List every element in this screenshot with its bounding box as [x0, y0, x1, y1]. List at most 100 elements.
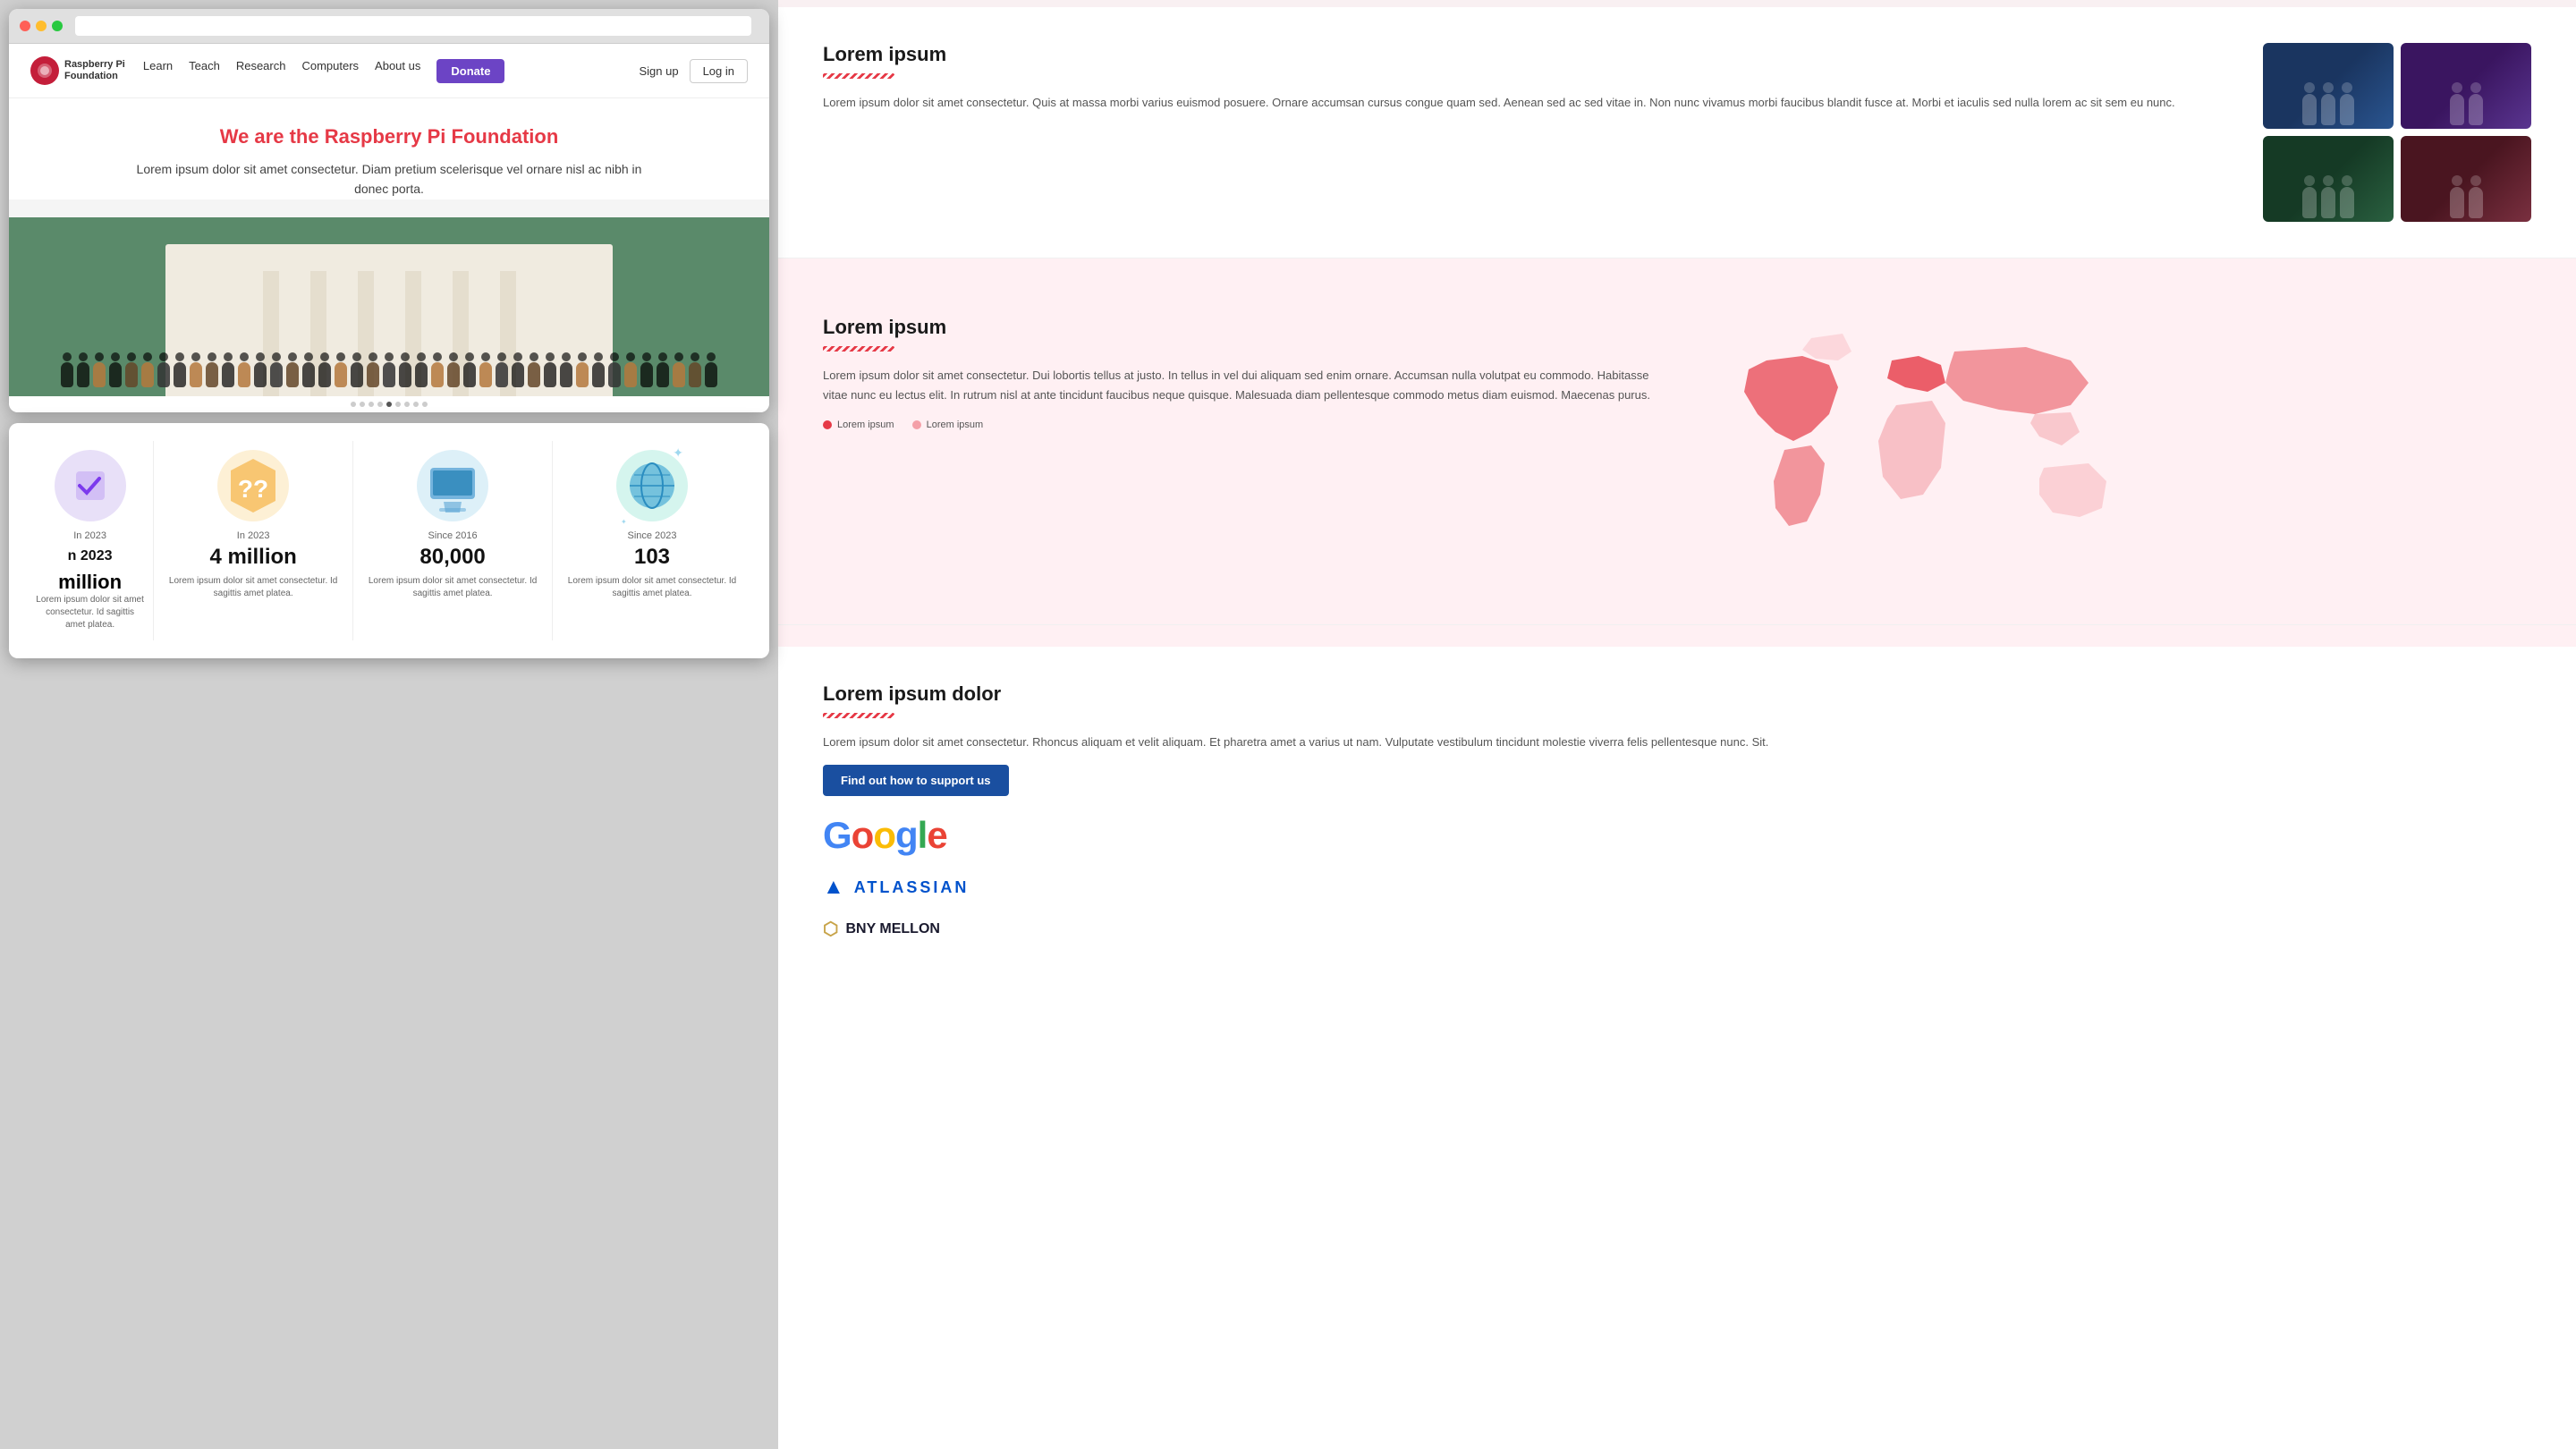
section-divider-1	[778, 258, 2576, 280]
svg-text:??: ??	[238, 475, 268, 503]
stat-period-0: In 2023	[73, 530, 106, 541]
world-map-container	[1695, 316, 2531, 589]
support-button[interactable]: Find out how to support us	[823, 765, 1009, 796]
right-section-2: Lorem ipsum Lorem ipsum dolor sit amet c…	[778, 280, 2576, 625]
top-stripe	[778, 0, 2576, 7]
stat-period-1: In 2023	[237, 530, 270, 541]
nav-link-learn[interactable]: Learn	[143, 59, 173, 83]
stat-icon-globe: ✦ ✦	[616, 450, 688, 521]
legend-dot-1	[823, 420, 832, 429]
bny-mellon-logo: ⬡ BNY MELLON	[823, 918, 2531, 940]
section-2-title: Lorem ipsum	[823, 316, 1659, 339]
legend-label-1: Lorem ipsum	[837, 419, 894, 430]
browser-maximize-dot[interactable]	[52, 21, 63, 31]
carousel-dot-1[interactable]	[360, 402, 365, 407]
raspberry-pi-logo-icon	[30, 56, 59, 85]
nav-links: Learn Teach Research Computers About us …	[143, 59, 622, 83]
right-section-3: Lorem ipsum dolor Lorem ipsum dolor sit …	[778, 647, 2576, 976]
carousel-dot-3[interactable]	[377, 402, 383, 407]
nav-logo[interactable]: Raspberry Pi Foundation	[30, 56, 125, 85]
stats-browser-window: In 2023 n 2023 million Lorem ipsum dolor…	[9, 423, 769, 658]
section-1-text: Lorem ipsum dolor sit amet consectetur. …	[823, 93, 2227, 113]
browser-window: Raspberry Pi Foundation Learn Teach Rese…	[9, 9, 769, 412]
section-1-title: Lorem ipsum	[823, 43, 2227, 66]
stat-period-2: Since 2016	[428, 530, 478, 541]
nav-link-teach[interactable]: Teach	[189, 59, 220, 83]
crowd-people	[9, 362, 769, 387]
world-map-svg	[1695, 316, 2142, 584]
stat-item-0: In 2023 n 2023 million Lorem ipsum dolor…	[27, 441, 154, 640]
section-1-layout: Lorem ipsum Lorem ipsum dolor sit amet c…	[823, 43, 2531, 222]
browser-chrome	[9, 9, 769, 44]
nav-logo-text: Raspberry Pi Foundation	[64, 59, 125, 82]
stat-desc-2: Lorem ipsum dolor sit amet consectetur. …	[362, 575, 543, 600]
section-1-content: Lorem ipsum Lorem ipsum dolor sit amet c…	[823, 43, 2227, 113]
stat-item-1: ?? In 2023 4 million Lorem ipsum dolor s…	[154, 441, 353, 640]
donate-button[interactable]: Donate	[436, 59, 504, 83]
right-panel: Lorem ipsum Lorem ipsum dolor sit amet c…	[778, 0, 2576, 1449]
carousel-dot-6[interactable]	[404, 402, 410, 407]
google-logo-text: Google	[823, 814, 947, 856]
carousel-dot-4[interactable]	[386, 402, 392, 407]
hero-section: We are the Raspberry Pi Foundation Lorem…	[9, 98, 769, 199]
stat-desc-1: Lorem ipsum dolor sit amet consectetur. …	[163, 575, 343, 600]
stat-item-2: Since 2016 80,000 Lorem ipsum dolor sit …	[353, 441, 553, 640]
browser-close-dot[interactable]	[20, 21, 30, 31]
carousel-dot-7[interactable]	[413, 402, 419, 407]
carousel-dot-5[interactable]	[395, 402, 401, 407]
log-in-button[interactable]: Log in	[690, 59, 748, 83]
stat-desc-3: Lorem ipsum dolor sit amet consectetur. …	[562, 575, 742, 600]
stat-icon-computer	[417, 450, 488, 521]
star-icon-1: ✦	[673, 445, 683, 461]
right-section-1: Lorem ipsum Lorem ipsum dolor sit amet c…	[778, 7, 2576, 258]
section-1-underline	[823, 73, 894, 79]
section-divider-2	[778, 625, 2576, 647]
stat-item-3: ✦ ✦ Since 2023 103 Lorem ipsum dolor sit…	[553, 441, 751, 640]
nav-link-computers[interactable]: Computers	[301, 59, 359, 83]
atlassian-logo: ▲ ATLASSIAN	[823, 875, 2531, 900]
stat-icon-question: ??	[217, 450, 289, 521]
sign-up-link[interactable]: Sign up	[639, 64, 678, 78]
section-2-underline	[823, 346, 894, 352]
nav-link-research[interactable]: Research	[236, 59, 286, 83]
stat-desc-0: Lorem ipsum dolor sit amet consectetur. …	[36, 594, 144, 631]
stat-number-1: 4 million	[209, 545, 296, 570]
hero-image	[9, 217, 769, 396]
photo-4	[2401, 136, 2531, 222]
stat-period-3: Since 2023	[627, 530, 676, 541]
carousel-dots	[9, 396, 769, 412]
atlassian-icon: ▲	[823, 875, 847, 900]
atlassian-text: ATLASSIAN	[854, 878, 970, 897]
nav-right: Sign up Log in	[639, 59, 748, 83]
photo-1	[2263, 43, 2394, 129]
hero-title: We are the Raspberry Pi Foundation	[27, 125, 751, 148]
star-icon-2: ✦	[621, 518, 627, 526]
map-legend: Lorem ipsum Lorem ipsum	[823, 419, 1659, 430]
photo-3	[2263, 136, 2394, 222]
carousel-dot-8[interactable]	[422, 402, 428, 407]
browser-url-bar[interactable]	[75, 16, 751, 36]
google-logo: Google	[823, 814, 2531, 857]
stat-icon-check	[55, 450, 126, 521]
stat-number-3: 103	[634, 545, 670, 570]
browser-minimize-dot[interactable]	[36, 21, 47, 31]
carousel-dot-0[interactable]	[351, 402, 356, 407]
stats-section: In 2023 n 2023 million Lorem ipsum dolor…	[9, 423, 769, 658]
section-3-underline	[823, 713, 894, 718]
stat-number-2: 80,000	[419, 545, 485, 570]
section-2-text: Lorem ipsum dolor sit amet consectetur. …	[823, 366, 1659, 405]
hero-subtitle: Lorem ipsum dolor sit amet consectetur. …	[121, 159, 657, 199]
navbar: Raspberry Pi Foundation Learn Teach Rese…	[9, 44, 769, 98]
carousel-dot-2[interactable]	[369, 402, 374, 407]
left-panel: Raspberry Pi Foundation Learn Teach Rese…	[0, 0, 778, 1449]
stat-value-0: million	[58, 571, 122, 594]
legend-label-2: Lorem ipsum	[927, 419, 984, 430]
legend-item-1: Lorem ipsum	[823, 419, 894, 430]
partners-logos: Google ▲ ATLASSIAN ⬡ BNY MELLON	[823, 814, 2531, 940]
nav-link-about[interactable]: About us	[375, 59, 420, 83]
section-3-text: Lorem ipsum dolor sit amet consectetur. …	[823, 733, 2531, 752]
stat-number-0: n 2023	[68, 545, 113, 565]
section-3-title: Lorem ipsum dolor	[823, 682, 2531, 706]
bny-text: BNY MELLON	[845, 921, 939, 937]
section-1-images	[2263, 43, 2531, 222]
